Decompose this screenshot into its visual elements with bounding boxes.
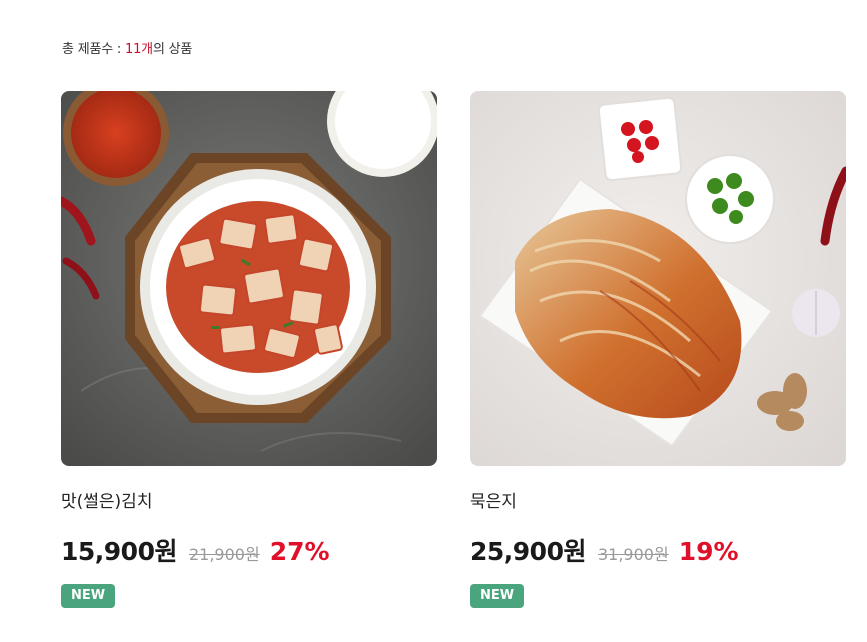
- product-card[interactable]: 맛(썰은)김치 15,900원 21,900원 27% NEW: [61, 91, 437, 608]
- price-row: 25,900원 31,900원 19%: [470, 532, 846, 566]
- original-price: 31,900원: [597, 545, 669, 564]
- sale-price: 15,900원: [61, 537, 177, 566]
- product-name[interactable]: 맛(썰은)김치: [61, 490, 437, 514]
- product-name[interactable]: 묵은지: [470, 490, 846, 514]
- product-image-sliced-kimchi[interactable]: [61, 91, 437, 466]
- product-count-prefix: 총 제품수 :: [62, 42, 126, 57]
- discount-rate: 19%: [678, 537, 739, 566]
- product-image-aged-kimchi[interactable]: [470, 91, 846, 466]
- product-count-suffix: 의 상품: [152, 42, 193, 57]
- sale-price: 25,900원: [470, 537, 586, 566]
- new-badge: NEW: [61, 584, 116, 608]
- original-price: 21,900원: [188, 545, 260, 564]
- new-badge: NEW: [470, 584, 525, 608]
- product-card[interactable]: 묵은지 25,900원 31,900원 19% NEW: [470, 91, 846, 608]
- product-count: 총 제품수 : 11개의 상품: [62, 38, 192, 57]
- product-count-number: 11개: [125, 42, 153, 57]
- price-row: 15,900원 21,900원 27%: [61, 532, 437, 566]
- discount-rate: 27%: [269, 537, 330, 566]
